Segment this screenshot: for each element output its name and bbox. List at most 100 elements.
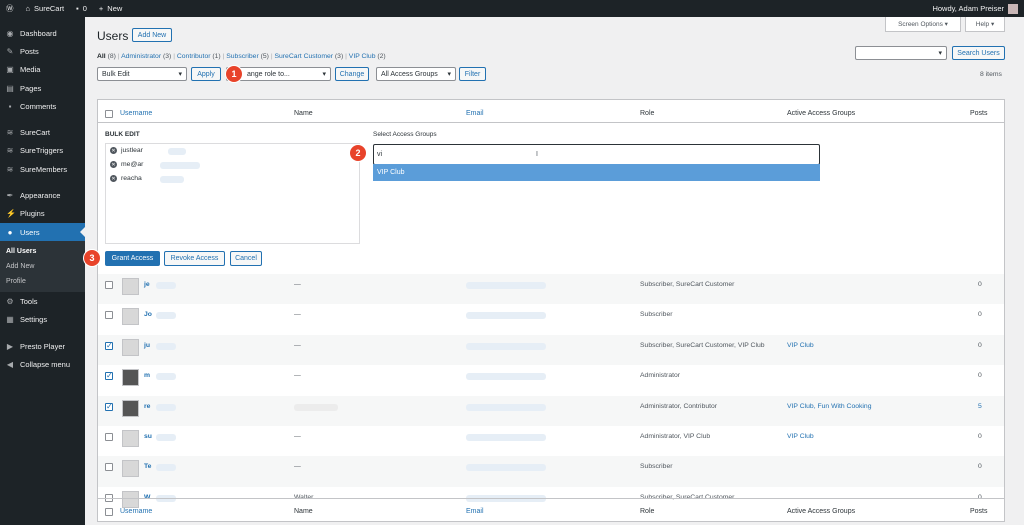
search-users-button[interactable]: Search Users	[952, 46, 1005, 60]
username-link[interactable]: Jo	[144, 311, 152, 318]
access-groups-search-input[interactable]: vi I	[373, 144, 820, 165]
submenu-all-users[interactable]: All Users	[0, 244, 85, 259]
remove-icon[interactable]: ✕	[110, 147, 117, 154]
filter-link-contributor[interactable]: Contributor	[177, 53, 211, 60]
help-button[interactable]: Help ▾	[965, 17, 1005, 32]
step-badge-1: 1	[226, 66, 242, 82]
users-table: Username Name Email Role Active Access G…	[84, 99, 1005, 522]
column-username-footer[interactable]: Username	[120, 508, 152, 515]
column-posts-footer: Posts	[970, 508, 988, 515]
dropdown-option-vip-club[interactable]: VIP Club	[373, 164, 820, 181]
table-row: m — Administrator 0	[98, 365, 1004, 395]
role-cell: Administrator, Contributor	[640, 402, 718, 410]
filter-link-all[interactable]: All	[97, 53, 106, 60]
row-checkbox[interactable]	[105, 371, 113, 381]
avatar	[122, 399, 139, 417]
account-menu[interactable]: Howdy, Adam Preiser	[932, 3, 1024, 14]
site-name-link[interactable]: ⌂ SureCart	[20, 0, 71, 17]
column-email[interactable]: Email	[466, 110, 484, 117]
row-checkbox[interactable]	[105, 311, 113, 320]
submenu-add-new[interactable]: Add New	[0, 259, 85, 274]
search-input[interactable]	[855, 46, 947, 60]
filter-link-vip-club[interactable]: VIP Club	[349, 53, 376, 60]
role-filter-links: All (8) | Administrator (3) | Contributo…	[97, 53, 386, 60]
page-title: Users	[97, 29, 129, 43]
avatar	[122, 278, 139, 295]
new-content-link[interactable]: + New	[93, 0, 128, 17]
row-checkbox[interactable]	[105, 463, 113, 472]
column-name: Name	[294, 110, 313, 117]
username-link[interactable]: m	[144, 372, 150, 379]
filter-link-surecart-customer[interactable]: SureCart Customer	[274, 53, 333, 60]
row-checkbox[interactable]	[105, 433, 113, 441]
row-checkbox[interactable]	[105, 341, 113, 350]
access-groups-cell[interactable]: VIP Club, Fun With Cooking	[787, 403, 872, 410]
access-groups-cell[interactable]: VIP Club	[787, 433, 814, 440]
filter-button[interactable]: Filter	[459, 67, 486, 81]
access-groups-filter-select[interactable]: All Access Groups	[376, 67, 456, 81]
filter-link-administrator[interactable]: Administrator	[121, 53, 161, 60]
role-cell: Subscriber	[640, 311, 673, 319]
change-role-button[interactable]: Change	[335, 67, 369, 81]
submenu-profile[interactable]: Profile	[0, 274, 85, 289]
username-link[interactable]: re	[144, 403, 150, 410]
sidebar-item-suremembers[interactable]: ≋ SureMembers	[0, 160, 85, 178]
sidebar-item-presto-player[interactable]: ▶ Presto Player	[0, 337, 85, 355]
username-link[interactable]: je	[144, 281, 150, 288]
bulk-user-item: ✕ me@ar	[110, 161, 200, 169]
column-access-groups: Active Access Groups	[787, 110, 856, 117]
row-checkbox[interactable]	[105, 402, 113, 411]
comment-icon: ▪	[76, 4, 79, 13]
column-email-footer[interactable]: Email	[466, 508, 484, 515]
sidebar-item-media[interactable]: ▣ Media	[0, 61, 85, 79]
sidebar-item-tools[interactable]: ⚙ Tools	[0, 292, 85, 310]
sidebar-item-pages[interactable]: ▤ Pages	[0, 79, 85, 97]
sidebar-item-dashboard[interactable]: ◉ Dashboard	[0, 24, 85, 42]
cancel-button[interactable]: Cancel	[230, 251, 262, 266]
access-groups-cell[interactable]: VIP Club	[787, 342, 814, 349]
grant-access-button[interactable]: Grant Access	[105, 251, 160, 266]
select-all-checkbox-footer[interactable]	[105, 508, 113, 516]
table-row: je — Subscriber, SureCart Customer 0	[98, 274, 1004, 305]
comments-link[interactable]: ▪ 0	[70, 0, 93, 17]
sidebar-item-comments[interactable]: ▪ Comments	[0, 97, 85, 115]
filter-count: (3)	[334, 53, 344, 60]
sidebar-item-suretriggers[interactable]: ≋ SureTriggers	[0, 142, 85, 160]
sidebar-item-settings[interactable]: ▦ Settings	[0, 311, 85, 329]
table-row: Te — Subscriber 0	[98, 456, 1004, 487]
sidebar-item-appearance[interactable]: ✒ Appearance	[0, 186, 85, 204]
bulk-actions-select[interactable]: Bulk Edit	[97, 67, 187, 81]
role-cell: Subscriber	[640, 463, 673, 471]
sidebar-item-collapse-menu[interactable]: ◀ Collapse menu	[0, 355, 85, 373]
play-icon: ▶	[6, 341, 14, 351]
select-all-checkbox[interactable]	[105, 110, 113, 118]
wordpress-logo-icon[interactable]: Ⓦ	[0, 0, 20, 17]
username-link[interactable]: ju	[144, 342, 150, 349]
sidebar-item-users[interactable]: ● Users	[0, 222, 85, 242]
step-badge-3: 3	[84, 250, 100, 266]
add-new-button[interactable]: Add New	[132, 28, 172, 42]
sidebar-item-plugins[interactable]: ⚡ Plugins	[0, 205, 85, 223]
name-cell: —	[294, 372, 301, 380]
filter-link-subscriber[interactable]: Subscriber	[226, 53, 259, 60]
home-icon: ⌂	[25, 4, 31, 13]
row-checkbox[interactable]	[105, 281, 113, 289]
wrench-icon: ⚙	[6, 296, 14, 306]
revoke-access-button[interactable]: Revoke Access	[164, 251, 225, 266]
column-username[interactable]: Username	[120, 110, 152, 117]
role-cell: Administrator, VIP Club	[640, 433, 711, 440]
posts-count[interactable]: 5	[978, 403, 982, 410]
sidebar-item-surecart[interactable]: ≋ SureCart	[0, 123, 85, 141]
posts-count: 0	[978, 463, 982, 471]
role-cell: Subscriber, SureCart Customer	[640, 281, 735, 288]
remove-icon[interactable]: ✕	[110, 161, 117, 168]
username-link[interactable]: Te	[144, 463, 151, 470]
avatar	[122, 308, 139, 326]
apply-button[interactable]: Apply	[191, 67, 221, 81]
screen-options-button[interactable]: Screen Options ▾	[885, 17, 961, 32]
column-name-footer: Name	[294, 508, 313, 515]
remove-icon[interactable]: ✕	[110, 175, 117, 182]
brush-icon: ✒	[6, 191, 14, 201]
sidebar-item-posts[interactable]: ✎ Posts	[0, 42, 85, 60]
username-link[interactable]: su	[144, 433, 152, 440]
